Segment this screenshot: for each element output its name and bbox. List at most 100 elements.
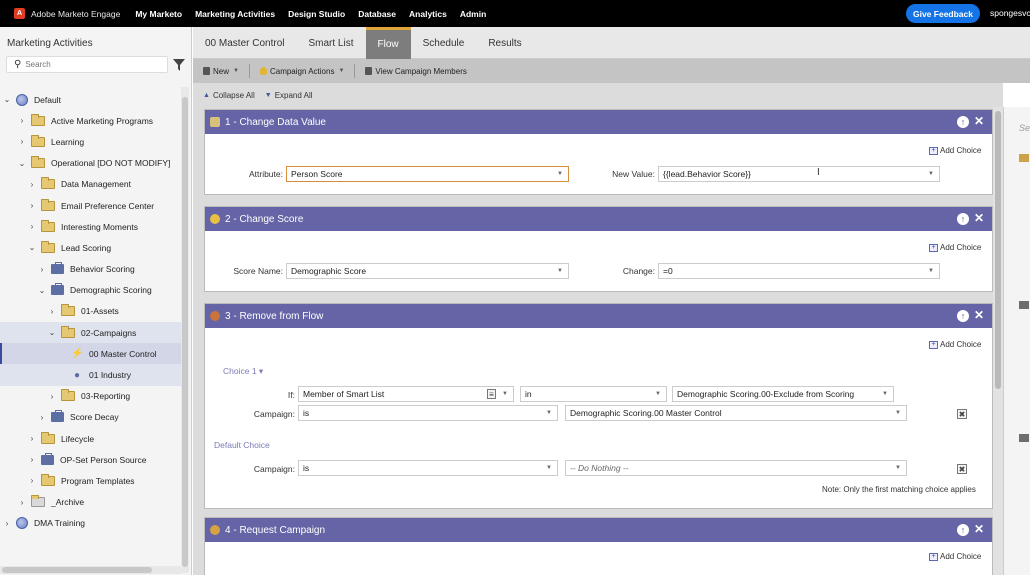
- collapse-all-button[interactable]: ▲ Collapse All: [203, 91, 255, 100]
- delete-choice-icon[interactable]: ✖: [957, 409, 967, 419]
- expand-all-button[interactable]: ▼ Expand All: [265, 91, 313, 100]
- search-input[interactable]: [25, 60, 156, 69]
- field-picker-icon[interactable]: ≡: [487, 389, 496, 399]
- change-select[interactable]: =0 ▼: [658, 263, 940, 279]
- chevron-right-icon[interactable]: ›: [27, 476, 37, 485]
- delete-choice-icon[interactable]: ✖: [957, 464, 967, 474]
- tree-item-selected[interactable]: ⚡ 00 Master Control: [0, 343, 182, 365]
- step-header[interactable]: 1 - Change Data Value ↑ ✕: [205, 110, 992, 134]
- delete-step-icon[interactable]: ✕: [974, 522, 984, 536]
- chevron-right-icon[interactable]: ›: [47, 307, 57, 316]
- chevron-down-icon[interactable]: ⌄: [2, 95, 12, 104]
- collapse-step-icon[interactable]: ↑: [957, 310, 969, 322]
- tab-smart-list[interactable]: Smart List: [296, 27, 365, 59]
- flow-action-icon[interactable]: [1019, 301, 1029, 309]
- add-choice-button[interactable]: + Add Choice: [929, 340, 981, 349]
- flow-action-icon[interactable]: [1019, 434, 1029, 442]
- add-choice-button[interactable]: + Add Choice: [929, 552, 981, 561]
- tab-results[interactable]: Results: [476, 27, 533, 59]
- flow-action-icon[interactable]: [1019, 154, 1029, 162]
- chevron-right-icon[interactable]: ›: [17, 116, 27, 125]
- tree-item[interactable]: › 01-Assets: [0, 301, 182, 322]
- nav-database[interactable]: Database: [358, 9, 396, 19]
- campaign-operator-select[interactable]: is ▼: [298, 405, 558, 421]
- tree-item[interactable]: › OP-Set Person Source: [0, 449, 182, 470]
- add-choice-button[interactable]: + Add Choice: [929, 243, 981, 252]
- tree-item[interactable]: › Program Templates: [0, 470, 182, 491]
- scrollbar-thumb[interactable]: [182, 97, 188, 567]
- scrollbar-thumb[interactable]: [2, 567, 152, 573]
- tree-item[interactable]: ● 01 Industry: [0, 364, 182, 386]
- chevron-down-icon[interactable]: ⌄: [27, 243, 37, 252]
- tree-horizontal-scrollbar[interactable]: [0, 566, 181, 574]
- chevron-right-icon[interactable]: ›: [27, 201, 37, 210]
- filter-icon[interactable]: [173, 59, 185, 71]
- tree-vertical-scrollbar[interactable]: [181, 87, 189, 573]
- tree-item[interactable]: ⌄ Operational [DO NOT MODIFY]: [0, 153, 182, 174]
- tab-campaign-name[interactable]: 00 Master Control: [193, 27, 296, 59]
- tree-item[interactable]: › Lifecycle: [0, 428, 182, 449]
- flow-vertical-scrollbar[interactable]: [993, 107, 1003, 575]
- chevron-right-icon[interactable]: ›: [37, 413, 47, 422]
- if-operator-select[interactable]: in ▼: [520, 386, 667, 402]
- tree-item[interactable]: › Learning: [0, 131, 182, 152]
- tree-item[interactable]: ⌄ Demographic Scoring: [0, 280, 182, 301]
- campaign-actions-button[interactable]: Campaign Actions ▼: [259, 67, 344, 76]
- nav-marketing-activities[interactable]: Marketing Activities: [195, 9, 275, 19]
- chevron-right-icon[interactable]: ›: [17, 498, 27, 507]
- step-header[interactable]: 2 - Change Score ↑ ✕: [205, 207, 992, 231]
- add-choice-button[interactable]: + Add Choice: [929, 146, 981, 155]
- tree-item[interactable]: › Score Decay: [0, 407, 182, 428]
- chevron-right-icon[interactable]: ›: [27, 222, 37, 231]
- tree-item[interactable]: › DMA Training: [0, 513, 182, 534]
- chevron-right-icon[interactable]: ›: [17, 137, 27, 146]
- step-header[interactable]: 3 - Remove from Flow ↑ ✕: [205, 304, 992, 328]
- tree-item[interactable]: › Email Preference Center: [0, 195, 182, 216]
- collapse-step-icon[interactable]: ↑: [957, 524, 969, 536]
- collapse-step-icon[interactable]: ↑: [957, 116, 969, 128]
- chevron-down-icon[interactable]: ⌄: [37, 286, 47, 295]
- new-menu-button[interactable]: New ▼: [203, 67, 239, 76]
- tree-item[interactable]: › 03-Reporting: [0, 386, 182, 407]
- default-operator-select[interactable]: is ▼: [298, 460, 558, 476]
- tab-flow[interactable]: Flow: [365, 27, 411, 59]
- scrollbar-thumb[interactable]: [995, 111, 1001, 389]
- nav-analytics[interactable]: Analytics: [409, 9, 447, 19]
- new-value-select[interactable]: {{lead.Behavior Score}} ▼: [658, 166, 940, 182]
- if-value-select[interactable]: Demographic Scoring.00-Exclude from Scor…: [672, 386, 894, 402]
- tree-item[interactable]: ⌄ Lead Scoring: [0, 237, 182, 258]
- tab-schedule[interactable]: Schedule: [411, 27, 477, 59]
- step-header[interactable]: 4 - Request Campaign ↑ ✕: [205, 518, 992, 542]
- delete-step-icon[interactable]: ✕: [974, 114, 984, 128]
- view-campaign-members-button[interactable]: View Campaign Members: [365, 67, 467, 76]
- collapse-step-icon[interactable]: ↑: [957, 213, 969, 225]
- attribute-select[interactable]: Person Score ▼: [286, 166, 569, 182]
- if-field-select[interactable]: Member of Smart List ▼ ≡: [298, 386, 514, 402]
- score-name-select[interactable]: Demographic Score ▼: [286, 263, 569, 279]
- tree-item[interactable]: ⌄ Default: [0, 89, 182, 110]
- chevron-right-icon[interactable]: ›: [27, 434, 37, 443]
- chevron-right-icon[interactable]: ›: [47, 392, 57, 401]
- tree-item[interactable]: › Active Marketing Programs: [0, 110, 182, 131]
- tree-item[interactable]: › Data Management: [0, 174, 182, 195]
- campaign-value-select[interactable]: Demographic Scoring.00 Master Control ▼: [565, 405, 907, 421]
- tree-item[interactable]: › _Archive: [0, 492, 182, 513]
- chevron-down-icon[interactable]: ⌄: [17, 159, 27, 168]
- chevron-right-icon[interactable]: ›: [2, 519, 12, 528]
- give-feedback-button[interactable]: Give Feedback: [906, 4, 980, 23]
- delete-step-icon[interactable]: ✕: [974, 308, 984, 322]
- choice-1-toggle[interactable]: Choice 1 ▾: [223, 366, 263, 377]
- chevron-right-icon[interactable]: ›: [37, 265, 47, 274]
- brand[interactable]: A Adobe Marketo Engage: [14, 8, 120, 19]
- user-menu[interactable]: spongesvc: [990, 8, 1030, 18]
- tree-item[interactable]: ⌄ 02-Campaigns: [0, 322, 182, 344]
- nav-admin[interactable]: Admin: [460, 9, 486, 19]
- nav-design-studio[interactable]: Design Studio: [288, 9, 345, 19]
- chevron-down-icon[interactable]: ⌄: [47, 328, 57, 337]
- tree-item[interactable]: › Interesting Moments: [0, 216, 182, 237]
- chevron-right-icon[interactable]: ›: [27, 180, 37, 189]
- chevron-right-icon[interactable]: ›: [27, 455, 37, 464]
- default-value-select[interactable]: -- Do Nothing -- ▼: [565, 460, 907, 476]
- nav-my-marketo[interactable]: My Marketo: [135, 9, 182, 19]
- tree-item[interactable]: › Behavior Scoring: [0, 259, 182, 280]
